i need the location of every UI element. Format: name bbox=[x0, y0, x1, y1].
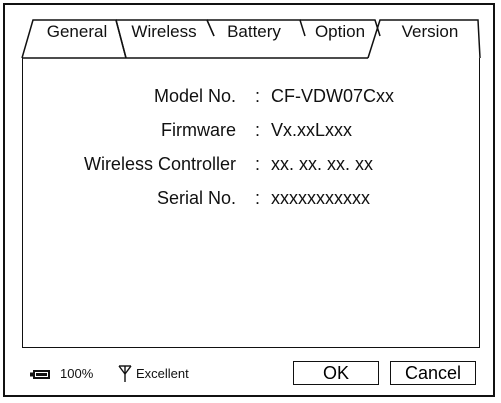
info-value: CF-VDW07Cxx bbox=[271, 86, 395, 106]
info-row-model: Model No. : CF-VDW07Cxx bbox=[0, 85, 501, 107]
info-value: xxxxxxxxxxx bbox=[271, 188, 370, 208]
tab-wireless[interactable]: Wireless bbox=[124, 22, 204, 42]
tab-general[interactable]: General bbox=[40, 22, 114, 42]
info-row-serial: Serial No. : xxxxxxxxxxx bbox=[0, 187, 501, 209]
tab-version[interactable]: Version bbox=[388, 22, 472, 42]
signal-strength: Excellent bbox=[136, 366, 189, 381]
battery-level: 100% bbox=[60, 366, 94, 381]
info-separator: : bbox=[255, 86, 261, 106]
info-value: Vx.xxLxxx bbox=[271, 120, 353, 140]
info-label: Wireless Controller bbox=[83, 154, 236, 174]
info-separator: : bbox=[255, 154, 261, 174]
info-label: Serial No. bbox=[156, 188, 236, 208]
info-label: Model No. bbox=[153, 86, 236, 106]
battery-icon bbox=[30, 370, 50, 379]
info-separator: : bbox=[255, 120, 261, 140]
info-label: Firmware bbox=[161, 120, 236, 140]
cancel-button[interactable]: Cancel bbox=[390, 361, 476, 385]
antenna-icon bbox=[118, 365, 132, 382]
tab-battery[interactable]: Battery bbox=[214, 22, 294, 42]
info-row-wireless-controller: Wireless Controller : xx. xx. xx. xx bbox=[0, 153, 501, 175]
ok-button[interactable]: OK bbox=[293, 361, 379, 385]
info-value: xx. xx. xx. xx bbox=[271, 154, 374, 174]
tab-option[interactable]: Option bbox=[308, 22, 372, 42]
info-separator: : bbox=[255, 188, 261, 208]
info-row-firmware: Firmware : Vx.xxLxxx bbox=[0, 119, 501, 141]
